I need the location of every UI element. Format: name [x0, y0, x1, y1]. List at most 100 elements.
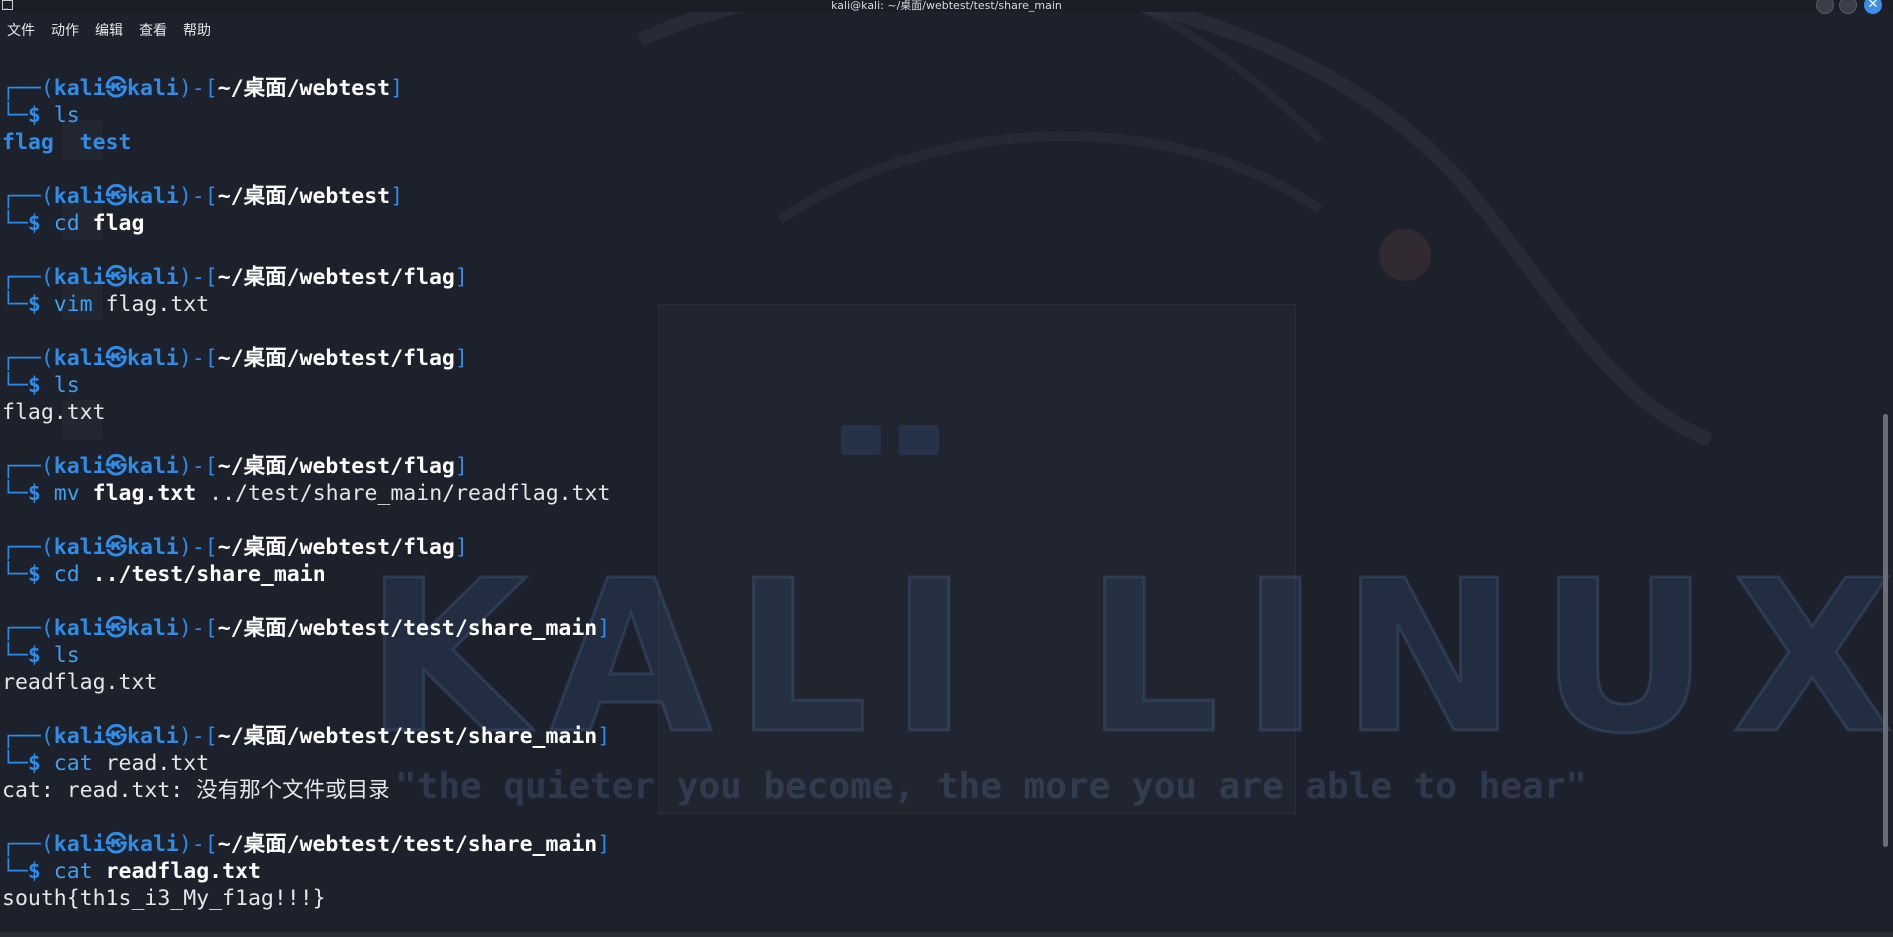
prompt-box-close: ]: [454, 454, 468, 479]
command-line: └─$ ls: [2, 642, 1863, 669]
prompt-box-corner: └─: [2, 211, 28, 236]
prompt-box-corner: └─: [2, 292, 28, 317]
prompt-box-corner: └─: [2, 481, 28, 506]
prompt-box-corner: └─: [2, 373, 28, 398]
output-line: flag test: [2, 129, 1863, 156]
prompt-box-close: ]: [597, 724, 611, 749]
prompt-dollar: $: [27, 643, 41, 668]
output-line: flag.txt: [2, 399, 1863, 426]
prompt-dollar: $: [27, 859, 41, 884]
output-text: cat: read.txt: 没有那个文件或目录: [2, 778, 390, 803]
menu-action[interactable]: 动作: [51, 18, 79, 44]
prompt-line: ┌──(kali㉿kali)-[~/桌面/webtest/flag]: [2, 534, 1863, 561]
menu-edit[interactable]: 编辑: [95, 18, 123, 44]
prompt-line: ┌──(kali㉿kali)-[~/桌面/webtest]: [2, 75, 1863, 102]
command-name: cat: [53, 859, 93, 884]
prompt-user: kali㉿kali: [53, 616, 179, 641]
output-line: cat: read.txt: 没有那个文件或目录: [2, 777, 1863, 804]
prompt-box-close: ]: [454, 535, 468, 560]
command-line: └─$ ls: [2, 102, 1863, 129]
prompt-box-corner: ┌──(: [2, 832, 54, 857]
prompt-path: ~/桌面/webtest/flag: [217, 535, 455, 560]
prompt-box-corner: ┌──(: [2, 724, 54, 749]
prompt-path: ~/桌面/webtest: [217, 184, 391, 209]
prompt-box-mid: )-[: [178, 832, 218, 857]
window-title: kali@kali: ~/桌面/webtest/test/share_main: [831, 0, 1062, 12]
prompt-box-corner: ┌──(: [2, 184, 54, 209]
menu-bar: 文件 动作 编辑 查看 帮助: [0, 18, 1893, 44]
command-line: └─$ vim flag.txt: [2, 291, 1863, 318]
command-arg: readflag.txt: [105, 859, 261, 884]
command-name: mv: [53, 481, 80, 506]
prompt-box-close: ]: [597, 616, 611, 641]
prompt-box-mid: )-[: [178, 184, 218, 209]
command-line: └─$ cd flag: [2, 210, 1863, 237]
command-line: └─$ cat read.txt: [2, 750, 1863, 777]
prompt-line: ┌──(kali㉿kali)-[~/桌面/webtest/flag]: [2, 264, 1863, 291]
prompt-box-mid: )-[: [178, 265, 218, 290]
command-line: └─$ ls: [2, 372, 1863, 399]
command-line: └─$ cat readflag.txt: [2, 858, 1863, 885]
directory-entry: flag: [2, 130, 54, 155]
output-line: readflag.txt: [2, 669, 1863, 696]
prompt-path: ~/桌面/webtest/test/share_main: [217, 832, 598, 857]
command-arg: flag.txt: [92, 481, 197, 506]
prompt-user: kali㉿kali: [53, 454, 179, 479]
output-text: south{th1s_i3_My_f1ag!!!}: [2, 886, 326, 911]
output-line: south{th1s_i3_My_f1ag!!!}: [2, 885, 1863, 912]
prompt-user: kali㉿kali: [53, 346, 179, 371]
prompt-user: kali㉿kali: [53, 76, 179, 101]
prompt-box-corner: ┌──(: [2, 76, 54, 101]
prompt-box-corner: └─: [2, 643, 28, 668]
command-arg: flag: [92, 211, 145, 236]
prompt-dollar: $: [27, 751, 41, 776]
prompt-box-close: ]: [390, 184, 404, 209]
menu-view[interactable]: 查看: [139, 18, 167, 44]
prompt-line: ┌──(kali㉿kali)-[~/桌面/webtest]: [2, 183, 1863, 210]
prompt-box-corner: ┌──(: [2, 265, 54, 290]
command-line: └─$ mv flag.txt ../test/share_main/readf…: [2, 480, 1863, 507]
menu-help[interactable]: 帮助: [183, 18, 211, 44]
prompt-path: ~/桌面/webtest/test/share_main: [217, 724, 598, 749]
menu-file[interactable]: 文件: [7, 18, 35, 44]
prompt-user: kali㉿kali: [53, 184, 179, 209]
prompt-box-close: ]: [454, 346, 468, 371]
command-name: cd: [53, 562, 80, 587]
prompt-path: ~/桌面/webtest/test/share_main: [217, 616, 598, 641]
command-name: ls: [53, 103, 80, 128]
prompt-path: ~/桌面/webtest/flag: [217, 454, 455, 479]
prompt-user: kali㉿kali: [53, 724, 179, 749]
prompt-line: ┌──(kali㉿kali)-[~/桌面/webtest/flag]: [2, 453, 1863, 480]
command-name: vim: [53, 292, 93, 317]
prompt-dollar: $: [27, 562, 41, 587]
terminal-scrollbar[interactable]: [1883, 414, 1888, 847]
prompt-path: ~/桌面/webtest/flag: [217, 265, 455, 290]
prompt-box-mid: )-[: [178, 535, 218, 560]
prompt-user: kali㉿kali: [53, 265, 179, 290]
prompt-line: ┌──(kali㉿kali)-[~/桌面/webtest/test/share_…: [2, 615, 1863, 642]
directory-entry: test: [79, 130, 132, 155]
command-arg: ../test/share_main: [92, 562, 326, 587]
prompt-box-corner: └─: [2, 562, 28, 587]
prompt-box-corner: ┌──(: [2, 535, 54, 560]
prompt-line: ┌──(kali㉿kali)-[~/桌面/webtest/test/share_…: [2, 723, 1863, 750]
prompt-box-corner: ┌──(: [2, 346, 54, 371]
prompt-box-close: ]: [597, 832, 611, 857]
prompt-dollar: $: [27, 292, 41, 317]
output-text: readflag.txt: [2, 670, 158, 695]
window-bottom-border: [0, 932, 1893, 937]
command-name: ls: [53, 373, 80, 398]
prompt-box-close: ]: [454, 265, 468, 290]
prompt-user: kali㉿kali: [53, 535, 179, 560]
terminal-output[interactable]: ┌──(kali㉿kali)-[~/桌面/webtest] └─$ ls flag …: [2, 75, 1863, 912]
window-titlebar[interactable]: _ kali@kali: ~/桌面/webtest/test/share_mai…: [0, 0, 1893, 14]
command-arg: flag.txt: [105, 292, 210, 317]
prompt-box-corner: ┌──(: [2, 454, 54, 479]
prompt-box-corner: └─: [2, 103, 28, 128]
